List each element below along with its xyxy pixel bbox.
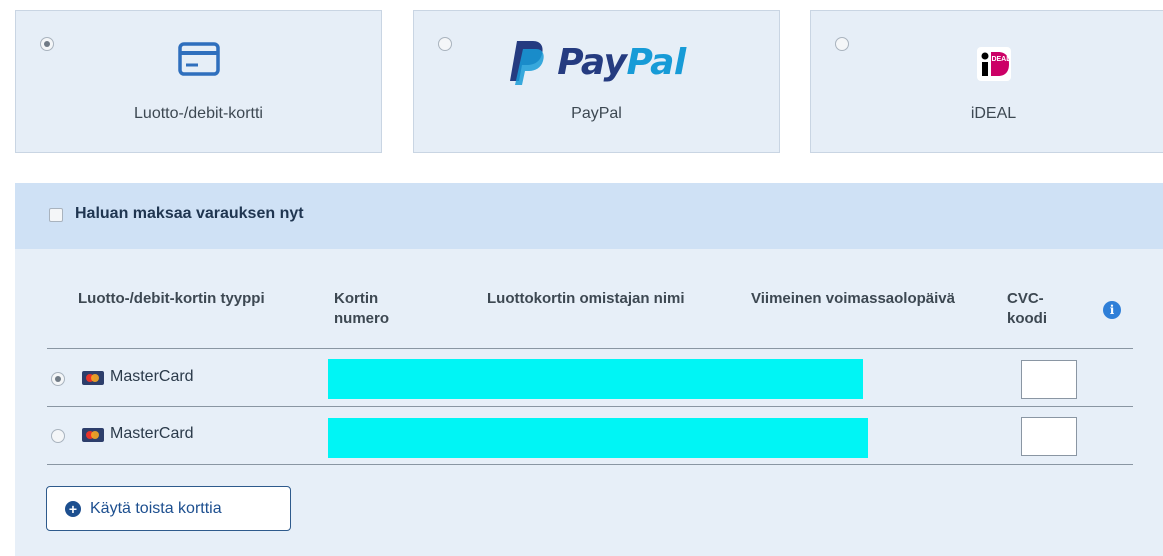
payment-option-ideal[interactable]: iDEAL iDEAL: [810, 10, 1163, 153]
payment-option-paypal-label: PayPal: [571, 105, 622, 122]
mastercard-icon: [82, 371, 104, 385]
use-other-card-label: Käytä toista korttia: [90, 499, 222, 517]
header-card-type: Luotto-/debit-kortin tyyppi: [78, 290, 265, 307]
table-divider: [47, 406, 1133, 407]
credit-card-icon: [16, 41, 381, 91]
header-card-number: Kortin numero: [334, 290, 390, 327]
card-row-1-cvc-input[interactable]: [1021, 360, 1077, 399]
use-other-card-button[interactable]: + Käytä toista korttia: [46, 486, 291, 531]
payment-option-card-label: Luotto-/debit-kortti: [134, 105, 263, 122]
redacted-card-details: [328, 418, 868, 458]
header-cvc: CVC-koodi: [1007, 290, 1047, 327]
payment-option-card[interactable]: Luotto-/debit-kortti: [15, 10, 382, 153]
table-divider: [47, 348, 1133, 349]
pay-now-bar: Haluan maksaa varauksen nyt: [15, 183, 1163, 249]
saved-cards-panel: Luotto-/debit-kortin tyyppi Kortin numer…: [15, 249, 1163, 556]
info-icon[interactable]: i: [1103, 301, 1121, 319]
payment-option-ideal-label: iDEAL: [970, 105, 1017, 122]
card-row-1-type: MasterCard: [110, 368, 194, 385]
redacted-card-details: [328, 359, 863, 399]
mastercard-icon: [82, 428, 104, 442]
card-row-2-cvc-input[interactable]: [1021, 417, 1077, 456]
paypal-logo: PayPal: [414, 37, 779, 89]
paypal-p-icon: [510, 41, 545, 85]
payment-option-paypal[interactable]: PayPal PayPal: [413, 10, 780, 153]
paypal-logo-text-pay: Pay: [557, 42, 627, 83]
paypal-logo-text-pal: Pal: [626, 42, 687, 83]
header-holder-name: Luottokortin omistajan nimi: [487, 290, 685, 307]
card-row-2-type: MasterCard: [110, 425, 194, 442]
table-divider: [47, 464, 1133, 465]
card-row-2-radio[interactable]: [51, 429, 65, 443]
header-expiry: Viimeinen voimassaolopäivä: [751, 290, 955, 307]
card-row-1-radio[interactable]: [51, 372, 65, 386]
plus-circle-icon: +: [65, 500, 81, 517]
ideal-logo: iDEAL: [811, 44, 1163, 84]
ideal-logo-text: iDEAL: [989, 56, 1011, 63]
pay-now-checkbox[interactable]: [49, 208, 63, 222]
pay-now-label[interactable]: Haluan maksaa varauksen nyt: [75, 205, 304, 223]
